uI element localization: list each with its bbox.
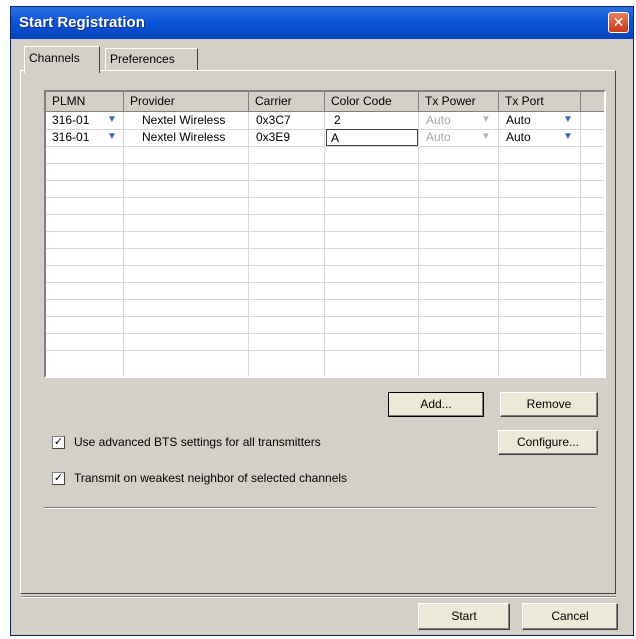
column-header-carrier[interactable]: Carrier <box>249 92 325 112</box>
table-row[interactable]: 316-01 ▼ Nextel Wireless 0x3E9 A Auto ▼ … <box>46 129 604 146</box>
grid-line <box>498 112 499 376</box>
grid-line <box>46 265 604 266</box>
grid-line <box>324 112 325 376</box>
column-header-provider[interactable]: Provider <box>124 92 249 112</box>
column-header-plmn[interactable]: PLMN <box>46 92 124 112</box>
channels-grid[interactable]: PLMN Provider Carrier Color Code Tx Powe… <box>44 90 606 378</box>
close-icon: ✕ <box>612 14 625 30</box>
tab-channels[interactable]: Channels <box>24 46 100 73</box>
grid-line <box>46 299 604 300</box>
weakest-neighbor-checkbox[interactable]: ✓ <box>52 472 65 485</box>
grid-line <box>46 231 604 232</box>
grid-header: PLMN Provider Carrier Color Code Tx Powe… <box>46 92 604 112</box>
tab-channels-label: Channels <box>29 51 80 65</box>
tab-preferences-label: Preferences <box>110 52 175 66</box>
grid-line <box>46 316 604 317</box>
grid-line <box>46 197 604 198</box>
plmn-dropdown-icon[interactable]: ▼ <box>104 130 120 144</box>
plmn-dropdown-icon[interactable]: ▼ <box>104 113 120 127</box>
column-header-tx-power[interactable]: Tx Power <box>419 92 499 112</box>
remove-button[interactable]: Remove <box>500 392 598 417</box>
grid-line <box>46 350 604 351</box>
configure-button[interactable]: Configure... <box>498 430 598 455</box>
cell-provider[interactable]: Nextel Wireless <box>138 129 248 146</box>
close-button[interactable]: ✕ <box>608 12 629 33</box>
cell-plmn[interactable]: 316-01 <box>48 112 104 129</box>
table-row[interactable]: 316-01 ▼ Nextel Wireless 0x3C7 2 Auto ▼ … <box>46 112 604 129</box>
add-button[interactable]: Add... <box>388 392 484 417</box>
grid-line <box>46 146 604 147</box>
cancel-button[interactable]: Cancel <box>522 603 618 630</box>
window-title: Start Registration <box>19 14 145 31</box>
cell-color-code[interactable]: 2 <box>330 112 416 129</box>
grid-line <box>46 333 604 334</box>
grid-line <box>418 112 419 376</box>
cell-provider[interactable]: Nextel Wireless <box>138 112 248 129</box>
cell-tx-port[interactable]: Auto <box>502 129 558 146</box>
separator <box>44 507 596 509</box>
tx-port-dropdown-icon[interactable]: ▼ <box>560 113 576 127</box>
cell-color-code-editor[interactable]: A <box>326 129 418 146</box>
tab-preferences[interactable]: Preferences <box>105 48 198 70</box>
grid-line <box>46 282 604 283</box>
advanced-bts-checkbox[interactable]: ✓ <box>52 436 65 449</box>
cell-plmn[interactable]: 316-01 <box>48 129 104 146</box>
grid-line <box>123 112 124 376</box>
tx-power-dropdown-icon: ▼ <box>481 131 491 142</box>
grid-line <box>46 214 604 215</box>
cell-tx-power: Auto <box>426 113 451 127</box>
grid-line <box>248 112 249 376</box>
column-header-spacer <box>581 92 604 112</box>
tx-port-dropdown-icon[interactable]: ▼ <box>560 130 576 144</box>
grid-line <box>46 180 604 181</box>
weakest-neighbor-label: Transmit on weakest neighbor of selected… <box>74 471 348 485</box>
column-header-color-code[interactable]: Color Code <box>325 92 419 112</box>
cell-tx-port[interactable]: Auto <box>502 112 558 129</box>
title-bar[interactable]: Start Registration ✕ <box>11 7 633 39</box>
cell-carrier[interactable]: 0x3E9 <box>252 129 322 146</box>
separator <box>22 596 616 598</box>
cell-tx-power: Auto <box>426 130 451 144</box>
grid-line <box>46 163 604 164</box>
cell-carrier[interactable]: 0x3C7 <box>252 112 322 129</box>
start-button[interactable]: Start <box>418 603 510 630</box>
advanced-bts-label: Use advanced BTS settings for all transm… <box>74 435 321 449</box>
grid-line <box>580 112 581 376</box>
grid-line <box>46 248 604 249</box>
column-header-tx-port[interactable]: Tx Port <box>499 92 581 112</box>
tx-power-dropdown-icon: ▼ <box>481 114 491 125</box>
